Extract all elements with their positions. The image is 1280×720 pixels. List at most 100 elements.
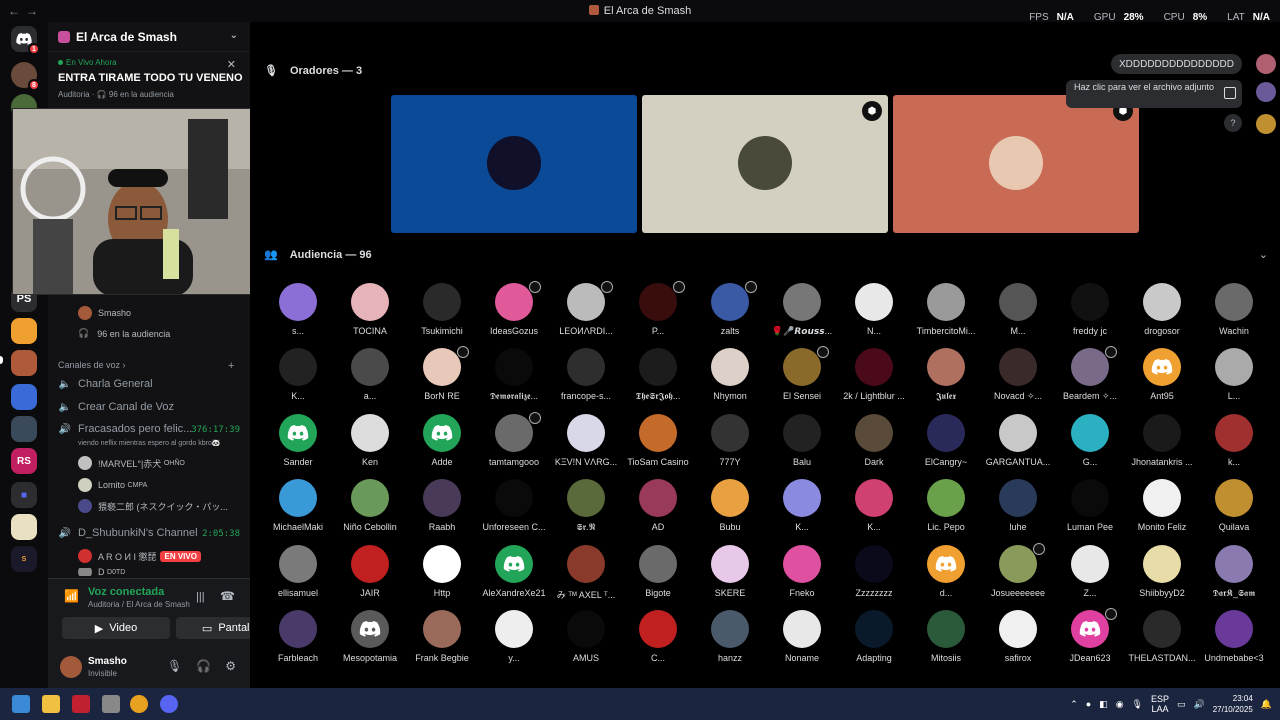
audience-member[interactable]: KΞV!N VΛRG...	[550, 411, 622, 473]
microphone-icon[interactable]: 🎙	[167, 659, 182, 673]
audience-member[interactable]: Beardem ✧...	[1054, 345, 1126, 407]
audience-member[interactable]: TioSam Casino	[622, 411, 694, 473]
folder-icon[interactable]: ■	[11, 482, 37, 508]
microphone-icon[interactable]: 🎙	[1132, 699, 1143, 710]
audience-member[interactable]: 𝕯𝖊𝖒𝖔𝖗𝖆𝖑𝖎𝖟𝖊...	[478, 345, 550, 407]
audience-member[interactable]: JAIR	[334, 542, 406, 604]
video-button[interactable]: ▶ Video	[62, 617, 170, 639]
audience-member[interactable]: Balu	[766, 411, 838, 473]
audience-member[interactable]: 𝕯𝖆𝖗𝕶_𝕾𝖆𝖒	[1198, 542, 1270, 604]
audience-member[interactable]: freddy jc	[1054, 280, 1126, 342]
audience-member[interactable]: C...	[622, 607, 694, 669]
audience-member[interactable]: Frank Begbie	[406, 607, 478, 669]
audience-member[interactable]: safirox	[982, 607, 1054, 669]
audience-member[interactable]: tamtamgooo	[478, 411, 550, 473]
audience-member[interactable]: Ken	[334, 411, 406, 473]
audience-member[interactable]: Undmebabe<3	[1198, 607, 1270, 669]
server-icon-4[interactable]	[11, 384, 37, 410]
collapse-icon[interactable]: ⌄	[1259, 248, 1268, 261]
dm-home-icon[interactable]: 1	[11, 26, 40, 55]
audience-member[interactable]: MichaelMaki	[262, 476, 334, 538]
audience-member[interactable]: K...	[262, 345, 334, 407]
audience-member[interactable]: Tsukimichi	[406, 280, 478, 342]
audience-member[interactable]: Sander	[262, 411, 334, 473]
speaker-tile[interactable]: ⬢	[642, 95, 888, 233]
audience-member[interactable]: み ᵀᴹ AXEL ᵀ...	[550, 542, 622, 604]
server-smash-icon[interactable]: S	[11, 546, 37, 572]
voice-section-header[interactable]: Canales de voz ›	[58, 360, 126, 370]
audience-member[interactable]: TOCINA	[334, 280, 406, 342]
audience-member[interactable]: LEOИΛRDI...	[550, 280, 622, 342]
audience-member[interactable]: TimbercitoMi...	[910, 280, 982, 342]
headphones-icon[interactable]: 🎧	[196, 659, 211, 673]
audience-member[interactable]: GARGANTUA...	[982, 411, 1054, 473]
stage-user[interactable]: Smasho	[78, 306, 131, 320]
signal-icon[interactable]: 📶	[64, 589, 79, 603]
audience-member[interactable]: Zzzzzzzz	[838, 542, 910, 604]
app-icon[interactable]	[102, 695, 120, 713]
channel-shubunkin[interactable]: 🔊 D_ShubunkiN's Channel	[58, 527, 198, 539]
audience-member[interactable]: Bigote	[622, 542, 694, 604]
channel-crear-canal[interactable]: 🔈 Crear Canal de Voz	[58, 401, 174, 413]
audience-member[interactable]: hanzz	[694, 607, 766, 669]
network-icon[interactable]: ▭	[1177, 699, 1186, 710]
chrome-icon[interactable]	[130, 695, 148, 713]
audience-member[interactable]: Nhymon	[694, 345, 766, 407]
audience-member[interactable]: P...	[622, 280, 694, 342]
audience-member[interactable]: 🌹🎤𝙍𝙤𝙪𝙨𝙨...	[766, 280, 838, 342]
disconnect-icon[interactable]: ☎	[220, 589, 235, 603]
audience-member[interactable]: JDean623	[1054, 607, 1126, 669]
server-avatar-1[interactable]: 8	[11, 62, 40, 91]
audience-member[interactable]: ShiibbyyD2	[1126, 542, 1198, 604]
speaker-tile[interactable]	[391, 95, 637, 233]
audience-member[interactable]: Ant95	[1126, 345, 1198, 407]
chat-avatar[interactable]	[1256, 54, 1276, 74]
audience-member[interactable]: AD	[622, 476, 694, 538]
volume-icon[interactable]: 🔊	[1194, 699, 1205, 710]
audience-member[interactable]: Niño Cebollin	[334, 476, 406, 538]
audience-member[interactable]: Monito Feliz	[1126, 476, 1198, 538]
audience-member[interactable]: 𝕿𝖍𝖊𝕾𝖗𝕵𝖔𝖍...	[622, 345, 694, 407]
chat-avatar[interactable]	[1256, 114, 1276, 134]
audience-member[interactable]: k...	[1198, 411, 1270, 473]
chevron-up-icon[interactable]: ⌃	[1070, 699, 1078, 710]
chat-avatar[interactable]	[1256, 82, 1276, 102]
attachment-message[interactable]: Haz clic para ver el archivo adjunto	[1066, 80, 1242, 108]
close-icon[interactable]: ✕	[227, 58, 236, 71]
add-channel-icon[interactable]: +	[228, 360, 234, 372]
audience-member[interactable]: Raabh	[406, 476, 478, 538]
audience-member[interactable]: Dark	[838, 411, 910, 473]
audience-member[interactable]: 𝕾𝖗.𝕹	[550, 476, 622, 538]
server-rs-icon[interactable]: RS	[11, 448, 37, 474]
live-stage-card[interactable]: En Vivo Ahora ENTRA TIRAME TODO TU VENEN…	[58, 58, 244, 99]
discord-icon[interactable]	[160, 695, 178, 713]
audience-member[interactable]: El Sensei	[766, 345, 838, 407]
audience-member[interactable]: 2k / Lightblur ...	[838, 345, 910, 407]
audience-member[interactable]: ellisamuel	[262, 542, 334, 604]
audience-member[interactable]: Adapting	[838, 607, 910, 669]
soundboard-icon[interactable]: |||	[196, 591, 205, 603]
audience-member[interactable]: Novacd ✧...	[982, 345, 1054, 407]
audience-member[interactable]: N...	[838, 280, 910, 342]
audience-member[interactable]: ElCangry~	[910, 411, 982, 473]
audience-member[interactable]: Wachin	[1198, 280, 1270, 342]
tray-icon[interactable]: ●	[1086, 699, 1091, 709]
clock[interactable]: 23:04 27/10/2025	[1213, 693, 1253, 715]
file-explorer-icon[interactable]	[42, 695, 60, 713]
voice-user[interactable]: D D0TD	[78, 568, 125, 576]
image-icon[interactable]	[1224, 87, 1236, 99]
audience-member[interactable]: Josueeeeeee	[982, 542, 1054, 604]
audience-member[interactable]: 777Y	[694, 411, 766, 473]
server-icon-active[interactable]	[11, 350, 37, 376]
audience-member[interactable]: francope-s...	[550, 345, 622, 407]
voice-user[interactable]: A R O И I 懲琵 EN VIVO	[78, 549, 201, 563]
voice-user[interactable]: 猥褻二郎 (ネスクイック・パッ...	[78, 499, 228, 513]
audience-member[interactable]: THELASTDAN...	[1126, 607, 1198, 669]
audience-member[interactable]: zalts	[694, 280, 766, 342]
audience-member[interactable]: s...	[262, 280, 334, 342]
tray-icon[interactable]: ◧	[1099, 699, 1108, 710]
windows-start-icon[interactable]	[12, 695, 30, 713]
audience-member[interactable]: L...	[1198, 345, 1270, 407]
audience-member[interactable]: M...	[982, 280, 1054, 342]
audience-member[interactable]: K...	[838, 476, 910, 538]
